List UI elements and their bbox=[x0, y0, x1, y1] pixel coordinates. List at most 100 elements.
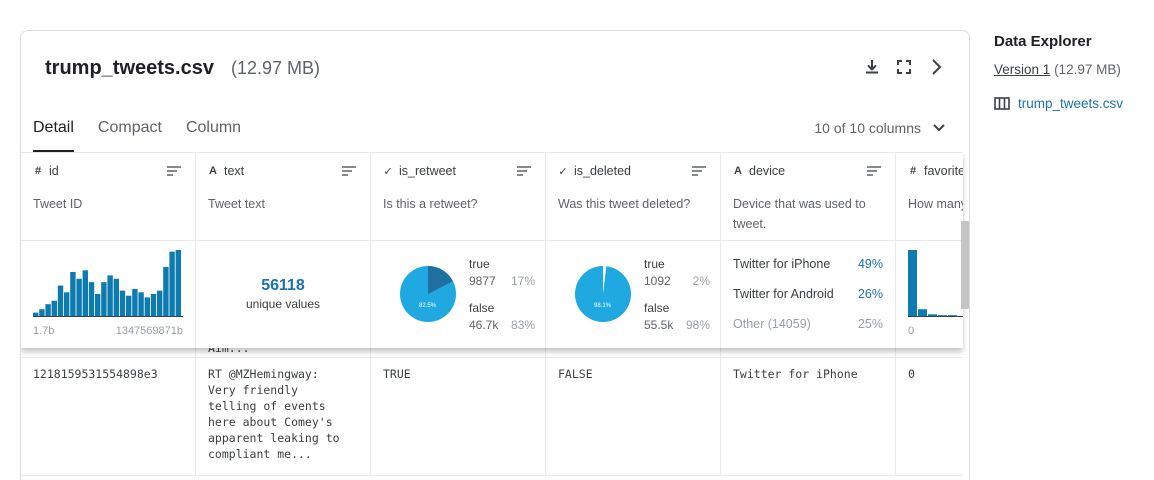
column-device: Adevice Device that was used to tweet. T… bbox=[721, 153, 896, 348]
cell-id: 1218159531554898e3 bbox=[21, 358, 196, 475]
false-stat: false 46.7k 83% bbox=[469, 301, 535, 332]
category-percent: 26% bbox=[857, 287, 883, 301]
boolean-type-icon: ✓ bbox=[558, 165, 568, 178]
vertical-scrollbar[interactable] bbox=[961, 221, 969, 309]
unique-label: unique values bbox=[245, 297, 321, 311]
true-stat: true 1092 2% bbox=[644, 257, 710, 288]
category-name: Other (14059) bbox=[733, 317, 811, 331]
column-is-deleted: ✓ is_deleted Was this tweet deleted? 98.1… bbox=[546, 153, 721, 348]
histogram-bar bbox=[948, 315, 957, 316]
download-icon[interactable] bbox=[863, 57, 881, 77]
histogram-bar bbox=[39, 309, 45, 316]
column-title: id bbox=[49, 164, 59, 178]
sort-icon[interactable] bbox=[867, 166, 881, 176]
histogram-bar bbox=[57, 285, 64, 316]
column-title: is_deleted bbox=[574, 164, 631, 178]
column-favorites: # favorites How many favorites 0 bbox=[896, 153, 963, 348]
cell-is-retweet: TRUE bbox=[371, 358, 546, 475]
column-is-retweet: ✓ is_retweet Is this a retweet? 82.5% tru… bbox=[371, 153, 546, 348]
column-text: Atext Tweet text 56118 unique values bbox=[196, 153, 371, 348]
false-count: 55.5k bbox=[644, 318, 674, 332]
category-row: Twitter for iPhone 49% bbox=[733, 257, 883, 271]
column-name[interactable]: ✓ is_retweet bbox=[383, 164, 456, 178]
histogram-bar bbox=[51, 300, 57, 316]
histogram-bar bbox=[144, 297, 150, 316]
histogram-max: 1347569871b bbox=[115, 325, 183, 337]
column-description: Is this a retweet? bbox=[383, 197, 478, 211]
version-link[interactable]: Version 1 bbox=[994, 62, 1050, 77]
column-description: Was this tweet deleted? bbox=[558, 197, 691, 211]
histogram-bar bbox=[928, 314, 937, 316]
column-name[interactable]: Adevice bbox=[733, 164, 785, 178]
sort-icon[interactable] bbox=[517, 166, 531, 176]
histogram-bar bbox=[113, 278, 119, 316]
column-header-panel: # id Tweet ID 1.7b 1347569871b Atext Twee… bbox=[21, 152, 963, 348]
true-label: true bbox=[469, 257, 490, 271]
histogram-bar bbox=[64, 292, 70, 316]
false-count: 46.7k bbox=[469, 318, 499, 332]
true-percent: 2% bbox=[692, 274, 710, 288]
column-selector[interactable]: 10 of 10 columns bbox=[814, 120, 945, 136]
histogram-bar bbox=[150, 294, 157, 316]
tab-column[interactable]: Column bbox=[186, 119, 241, 152]
column-count-label: 10 of 10 columns bbox=[814, 120, 921, 136]
category-row-other: Other (14059) 25% bbox=[733, 317, 883, 331]
column-description: Device that was used to tweet. bbox=[733, 197, 866, 231]
tab-compact[interactable]: Compact bbox=[98, 119, 162, 152]
chevron-right-icon[interactable] bbox=[927, 57, 945, 77]
false-label: false bbox=[644, 301, 670, 315]
true-stat: true 9877 17% bbox=[469, 257, 535, 288]
false-label: false bbox=[469, 301, 495, 315]
column-name[interactable]: # id bbox=[33, 164, 59, 178]
tab-detail[interactable]: Detail bbox=[33, 119, 74, 152]
numeric-type-icon: # bbox=[34, 165, 42, 177]
fullscreen-icon[interactable] bbox=[895, 57, 913, 77]
cell-device: Twitter for iPhone bbox=[721, 358, 896, 475]
category-name: Twitter for Android bbox=[733, 287, 834, 301]
column-description: Tweet text bbox=[208, 197, 265, 211]
column-title: device bbox=[749, 164, 786, 178]
histogram-bar bbox=[107, 275, 113, 316]
histogram-bar bbox=[82, 270, 88, 316]
version-size: (12.97 MB) bbox=[1054, 62, 1121, 77]
histogram-range: 1.7b 1347569871b bbox=[33, 325, 183, 337]
column-title: text bbox=[224, 164, 245, 178]
histogram-bar bbox=[119, 290, 126, 316]
true-label: true bbox=[644, 257, 665, 271]
column-description: Tweet ID bbox=[33, 197, 83, 211]
false-percent: 83% bbox=[510, 318, 535, 332]
column-name[interactable]: Atext bbox=[208, 164, 244, 178]
histogram-min: 0 bbox=[908, 325, 915, 337]
favorites-histogram bbox=[908, 250, 963, 317]
histogram-bar bbox=[169, 251, 175, 316]
category-name: Twitter for iPhone bbox=[733, 257, 831, 271]
file-size: (12.97 MB) bbox=[231, 58, 321, 78]
pie-label: 98.1% bbox=[594, 303, 612, 309]
true-count: 9877 bbox=[469, 274, 496, 288]
sidebar-version: Version 1 (12.97 MB) bbox=[994, 62, 1121, 77]
column-name[interactable]: # favorites bbox=[908, 164, 963, 178]
sidebar-title: Data Explorer bbox=[994, 33, 1092, 50]
cell-text: RT @MZHemingway: Very friendly telling o… bbox=[196, 358, 371, 475]
column-name[interactable]: ✓ is_deleted bbox=[558, 164, 631, 178]
table-icon bbox=[994, 97, 1010, 110]
category-percent: 25% bbox=[857, 317, 883, 331]
histogram-bar bbox=[132, 288, 138, 316]
histogram-range: 0 bbox=[908, 325, 963, 337]
sidebar-file-link[interactable]: trump_tweets.csv bbox=[994, 96, 1123, 111]
retweet-pie-chart: 82.5% bbox=[400, 266, 456, 322]
sidebar-file-name: trump_tweets.csv bbox=[1018, 96, 1124, 111]
sort-icon[interactable] bbox=[692, 166, 706, 176]
histogram-bar bbox=[76, 278, 82, 316]
numeric-type-icon: # bbox=[909, 165, 917, 177]
column-description: How many favorites bbox=[908, 197, 963, 211]
sort-icon[interactable] bbox=[167, 166, 181, 176]
pie-label: 82.5% bbox=[419, 303, 437, 309]
column-id: # id Tweet ID 1.7b 1347569871b bbox=[21, 153, 196, 348]
histogram-bar bbox=[157, 290, 163, 316]
boolean-type-icon: ✓ bbox=[383, 165, 393, 178]
cell-favorites: 0 bbox=[908, 367, 915, 381]
sort-icon[interactable] bbox=[342, 166, 356, 176]
histogram-bar bbox=[908, 250, 917, 316]
table-row: 1218159531554898e3 RT @MZHemingway: Very… bbox=[21, 358, 963, 476]
